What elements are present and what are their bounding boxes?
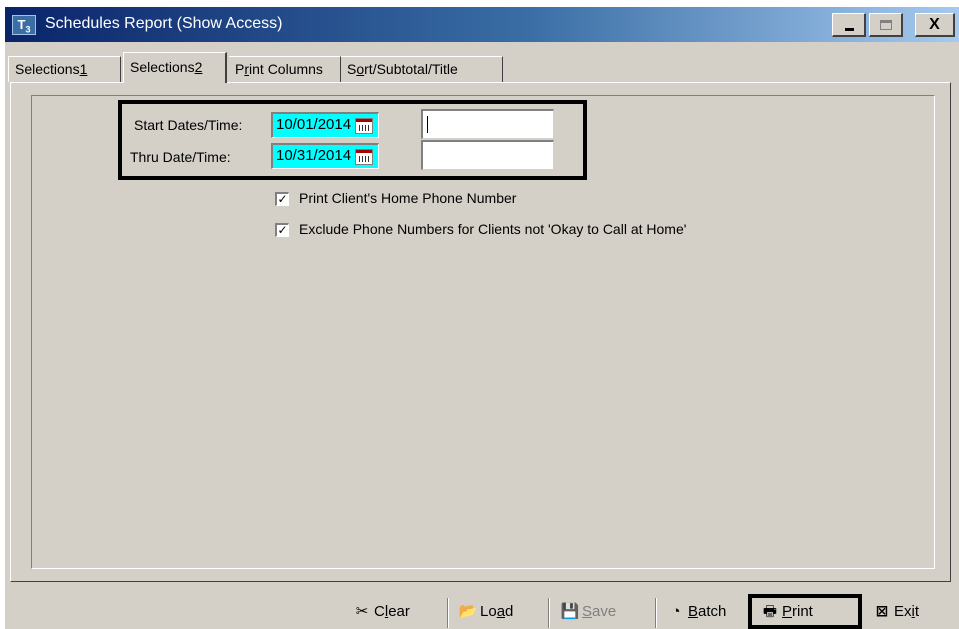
title-bar[interactable]: T3 Schedules Report (Show Access) X: [5, 7, 959, 42]
minimize-icon: [845, 28, 854, 31]
clear-icon: ✂: [355, 603, 369, 620]
folder-open-icon: 📂: [458, 603, 478, 620]
home-phone-label: Print Client's Home Phone Number: [299, 190, 517, 206]
exit-button[interactable]: ⊠ Exit: [866, 598, 946, 628]
close-button[interactable]: X: [915, 13, 955, 37]
load-button[interactable]: 📂 Load: [452, 598, 538, 628]
tab-sort-subtotal-title[interactable]: Sort/Subtotal/Title: [341, 56, 503, 82]
maximize-icon: [880, 20, 892, 30]
app-icon: T3: [12, 15, 36, 35]
clock-icon: ◔: [671, 603, 681, 620]
exclude-phone-label: Exclude Phone Numbers for Clients not 'O…: [299, 221, 687, 237]
toolbar-separator: [655, 598, 657, 628]
highlight-date-fields: [118, 100, 587, 180]
home-phone-checkbox[interactable]: ✓: [275, 192, 289, 206]
tab-selections1[interactable]: Selections1: [8, 56, 121, 82]
batch-button[interactable]: ◔ Batch: [660, 598, 746, 628]
clear-button[interactable]: ✂ Clear: [346, 598, 442, 628]
save-button[interactable]: 💾 Save: [554, 598, 646, 628]
floppy-disk-icon: 💾: [560, 603, 580, 620]
window-title: Schedules Report (Show Access): [45, 15, 283, 32]
maximize-button[interactable]: [869, 13, 903, 37]
tab-print-columns[interactable]: Print Columns: [229, 56, 341, 82]
tab-selections2[interactable]: Selections2: [123, 52, 227, 83]
highlight-print-button: [748, 594, 862, 629]
minimize-button[interactable]: [832, 13, 866, 37]
exclude-phone-checkbox[interactable]: ✓: [275, 223, 289, 237]
toolbar-separator: [548, 598, 550, 628]
close-icon: ⊠: [875, 603, 889, 620]
close-icon: X: [929, 16, 940, 33]
toolbar-separator: [447, 598, 449, 628]
